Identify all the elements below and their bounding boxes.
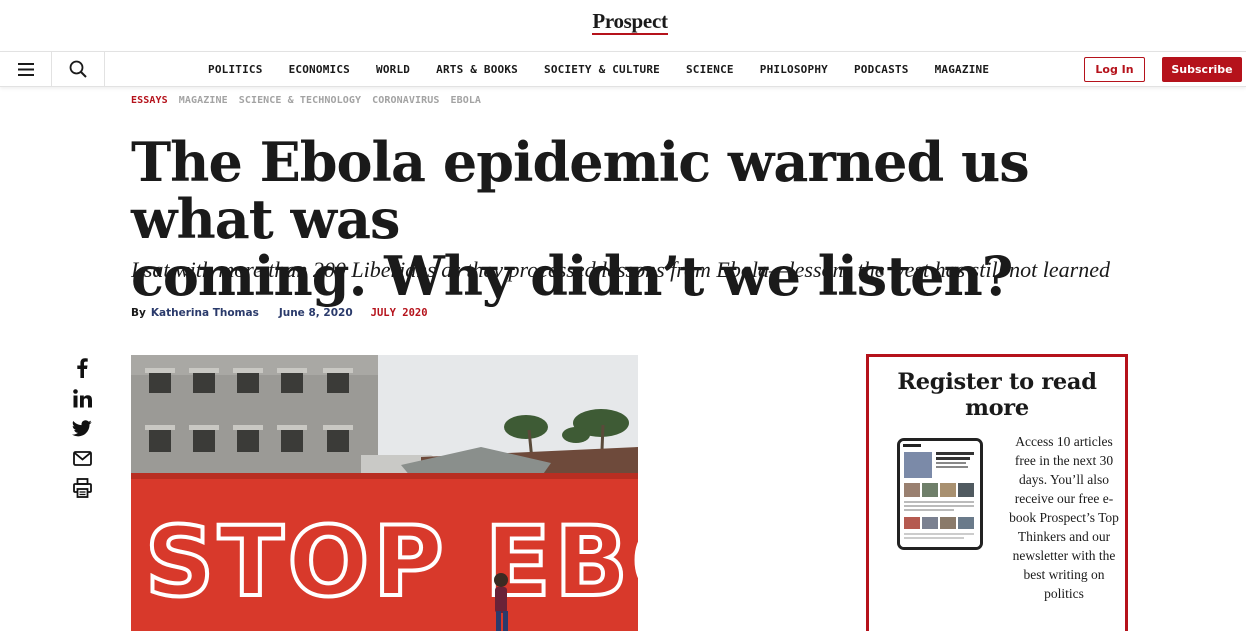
linkedin-icon xyxy=(72,388,92,407)
tag-essays[interactable]: ESSAYS xyxy=(131,95,168,106)
hamburger-menu-icon xyxy=(17,62,34,76)
tag-ebola[interactable]: EBOLA xyxy=(450,95,481,106)
prospect-logo[interactable]: Prospect xyxy=(592,10,668,35)
tag-science-technology[interactable]: SCIENCE & TECHNOLOGY xyxy=(239,95,361,106)
share-facebook-button[interactable] xyxy=(70,358,94,378)
register-description: Access 10 articles free in the next 30 d… xyxy=(1009,434,1119,601)
hero-photo-illustration: STOP EBOLA xyxy=(131,355,638,631)
search-button[interactable] xyxy=(52,52,105,86)
headline-line-1: The Ebola epidemic warned us what was xyxy=(131,130,1030,251)
nav-link-society-culture[interactable]: SOCIETY & CULTURE xyxy=(544,63,660,76)
print-icon xyxy=(72,478,92,498)
nav-link-politics[interactable]: POLITICS xyxy=(208,63,263,76)
tag-coronavirus[interactable]: CORONAVIRUS xyxy=(372,95,439,106)
print-button[interactable] xyxy=(70,478,94,498)
twitter-icon xyxy=(72,419,92,436)
nav-link-arts-books[interactable]: ARTS & BOOKS xyxy=(436,63,518,76)
publish-date: June 8, 2020 xyxy=(278,307,353,319)
article-standfirst: I sat with more than 200 Liberians as th… xyxy=(131,257,1110,282)
nav-link-world[interactable]: WORLD xyxy=(376,63,410,76)
log-in-button[interactable]: Log In xyxy=(1084,57,1145,82)
search-icon xyxy=(69,60,87,78)
nav-link-podcasts[interactable]: PODCASTS xyxy=(854,63,909,76)
register-title: Register to read more xyxy=(897,369,1097,421)
article-tags: ESSAYS MAGAZINE SCIENCE & TECHNOLOGY COR… xyxy=(131,95,492,106)
nav-link-economics[interactable]: ECONOMICS xyxy=(289,63,350,76)
email-icon xyxy=(72,450,92,466)
nav-links: POLITICS ECONOMICS WORLD ARTS & BOOKS SO… xyxy=(208,52,1015,86)
child-figure xyxy=(494,573,508,631)
byline: By Katherina Thomas June 8, 2020 JULY 20… xyxy=(131,307,428,319)
main-navigation: POLITICS ECONOMICS WORLD ARTS & BOOKS SO… xyxy=(0,51,1246,87)
issue-link[interactable]: JULY 2020 xyxy=(371,307,428,319)
menu-button[interactable] xyxy=(0,52,52,86)
share-twitter-button[interactable] xyxy=(70,418,94,438)
facebook-icon xyxy=(77,358,88,378)
register-panel: Register to read more Access 10 articles… xyxy=(866,354,1128,631)
share-bar xyxy=(70,358,94,508)
nav-link-science[interactable]: SCIENCE xyxy=(686,63,734,76)
hero-painted-text: STOP EBOLA xyxy=(145,506,638,618)
hero-image: STOP EBOLA xyxy=(131,355,638,631)
site-header: Prospect xyxy=(0,10,1246,35)
subscribe-button[interactable]: Subscribe xyxy=(1162,57,1242,82)
nav-link-magazine[interactable]: MAGAZINE xyxy=(935,63,990,76)
nav-link-philosophy[interactable]: PHILOSOPHY xyxy=(760,63,828,76)
share-linkedin-button[interactable] xyxy=(70,388,94,408)
byline-prefix: By xyxy=(131,307,146,319)
tablet-preview-image xyxy=(897,438,983,550)
tag-magazine[interactable]: MAGAZINE xyxy=(179,95,228,106)
share-email-button[interactable] xyxy=(70,448,94,468)
author-link[interactable]: Katherina Thomas xyxy=(151,307,259,319)
